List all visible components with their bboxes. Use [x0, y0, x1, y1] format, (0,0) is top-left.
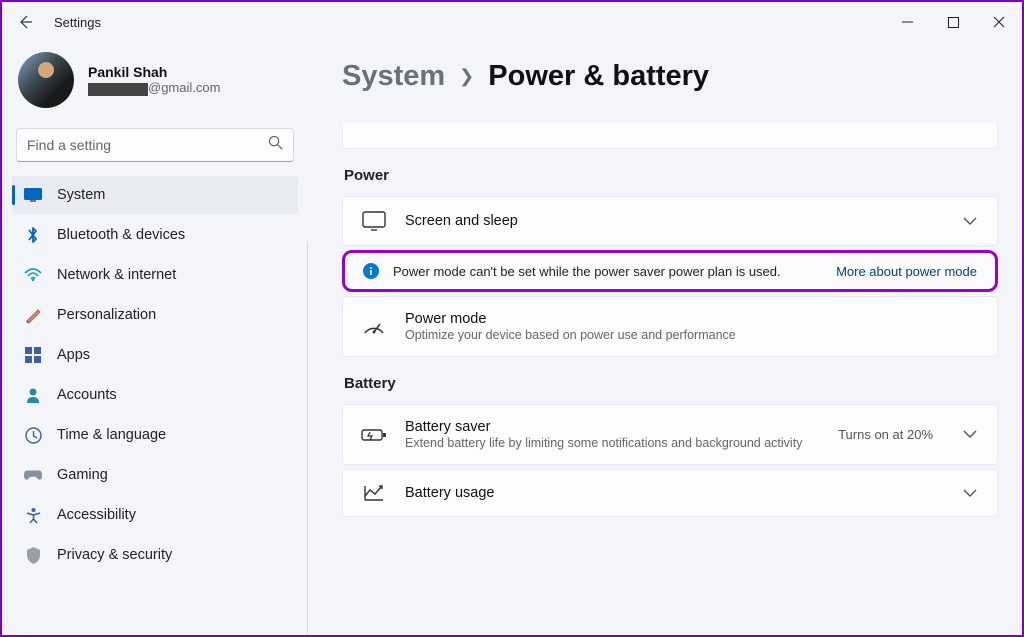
nav-label: Bluetooth & devices [57, 227, 185, 243]
avatar [18, 52, 74, 108]
personalization-icon [24, 306, 42, 324]
card-title: Screen and sleep [405, 213, 943, 229]
back-button[interactable] [10, 14, 40, 30]
nav-label: Accessibility [57, 507, 136, 523]
nav-label: Apps [57, 347, 90, 363]
section-power-title: Power [344, 167, 998, 184]
card-battery-usage[interactable]: Battery usage [342, 469, 998, 517]
profile-name: Pankil Shah [88, 64, 220, 80]
nav-item-gaming[interactable]: Gaming [12, 456, 298, 494]
nav-label: Personalization [57, 307, 156, 323]
chevron-down-icon [961, 430, 979, 439]
apps-icon [24, 346, 42, 364]
card-screen-sleep[interactable]: Screen and sleep [342, 196, 998, 246]
privacy-icon [24, 546, 42, 564]
window-controls [884, 2, 1022, 42]
profile-email: @gmail.com [88, 80, 220, 95]
close-button[interactable] [976, 2, 1022, 42]
nav-label: System [57, 187, 105, 203]
info-link[interactable]: More about power mode [836, 264, 977, 279]
info-text: Power mode can't be set while the power … [393, 264, 822, 279]
nav-list: System Bluetooth & devices Network & int… [12, 176, 298, 574]
nav-item-accessibility[interactable]: Accessibility [12, 496, 298, 534]
breadcrumb-current: Power & battery [488, 60, 709, 93]
card-power-mode[interactable]: Power mode Optimize your device based on… [342, 296, 998, 357]
maximize-button[interactable] [930, 2, 976, 42]
battery-saver-icon [361, 427, 387, 443]
search-icon [268, 135, 283, 155]
section-battery-title: Battery [344, 375, 998, 392]
profile-block[interactable]: Pankil Shah @gmail.com [12, 42, 298, 128]
card-title: Power mode [405, 311, 979, 327]
screen-icon [361, 211, 387, 231]
card-subtitle: Extend battery life by limiting some not… [405, 436, 820, 450]
nav-item-personalization[interactable]: Personalization [12, 296, 298, 334]
chevron-down-icon [961, 489, 979, 498]
card-title: Battery usage [405, 485, 943, 501]
chevron-down-icon [961, 217, 979, 226]
nav-item-bluetooth[interactable]: Bluetooth & devices [12, 216, 298, 254]
sidebar-divider [307, 242, 308, 635]
nav-item-accounts[interactable]: Accounts [12, 376, 298, 414]
nav-label: Network & internet [57, 267, 176, 283]
card-title: Battery saver [405, 419, 820, 435]
card-battery-saver[interactable]: Battery saver Extend battery life by lim… [342, 404, 998, 465]
nav-item-time-language[interactable]: Time & language [12, 416, 298, 454]
titlebar: Settings [2, 2, 1022, 42]
sidebar: Pankil Shah @gmail.com System Bluetooth … [2, 42, 308, 635]
nav-item-network[interactable]: Network & internet [12, 256, 298, 294]
nav-item-system[interactable]: System [12, 176, 298, 214]
time-language-icon [24, 426, 42, 444]
card-subtitle: Optimize your device based on power use … [405, 328, 979, 342]
accessibility-icon [24, 506, 42, 524]
content-area: System ❯ Power & battery Power Screen an… [308, 42, 1022, 635]
info-icon [363, 263, 379, 279]
power-mode-icon [361, 318, 387, 336]
card-status: Turns on at 20% [838, 427, 933, 442]
window-title: Settings [54, 15, 101, 30]
nav-label: Gaming [57, 467, 108, 483]
breadcrumb: System ❯ Power & battery [342, 60, 998, 93]
breadcrumb-parent[interactable]: System [342, 60, 445, 93]
accounts-icon [24, 386, 42, 404]
search-input[interactable] [16, 128, 294, 162]
nav-label: Time & language [57, 427, 166, 443]
chevron-right-icon: ❯ [459, 66, 474, 87]
system-icon [24, 186, 42, 204]
nav-label: Privacy & security [57, 547, 172, 563]
bluetooth-icon [24, 226, 42, 244]
network-icon [24, 266, 42, 284]
search-field[interactable] [27, 137, 268, 153]
battery-usage-icon [361, 484, 387, 502]
info-callout: Power mode can't be set while the power … [342, 250, 998, 292]
gaming-icon [24, 466, 42, 484]
nav-item-apps[interactable]: Apps [12, 336, 298, 374]
collapsed-panel-stub [342, 123, 998, 149]
nav-item-privacy[interactable]: Privacy & security [12, 536, 298, 574]
nav-label: Accounts [57, 387, 117, 403]
minimize-button[interactable] [884, 2, 930, 42]
